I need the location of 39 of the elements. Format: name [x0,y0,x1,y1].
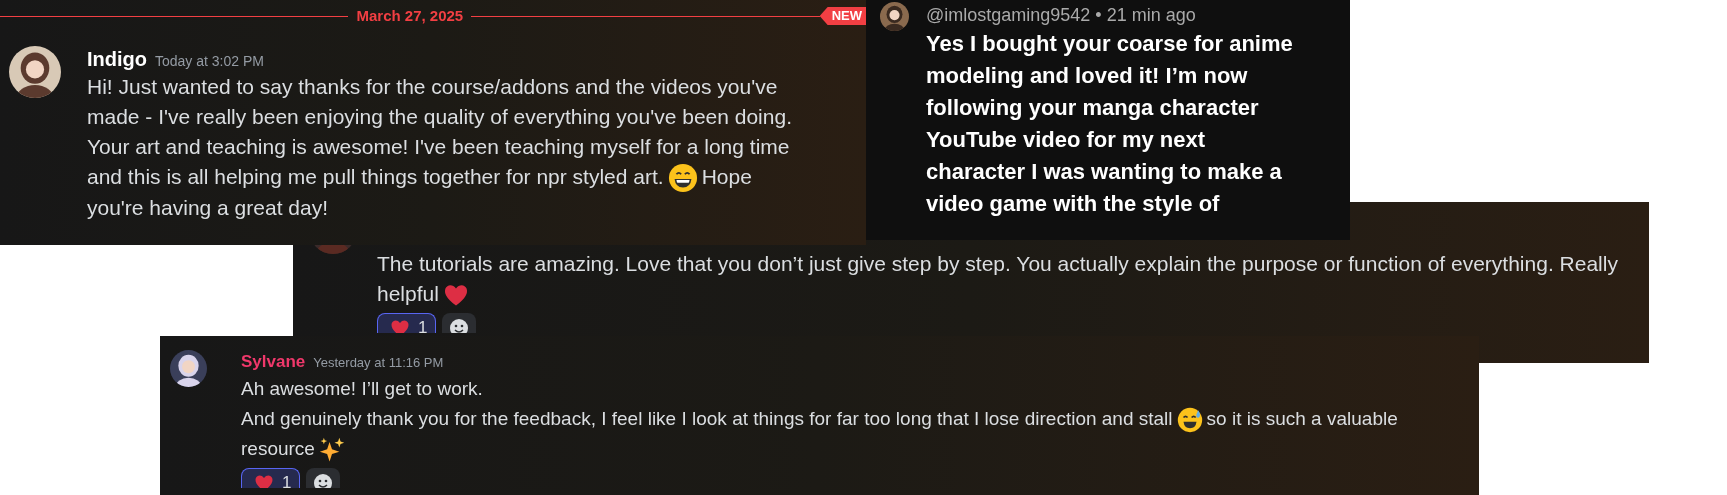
avatar [9,46,61,98]
author-name: Sylvane [241,351,306,373]
date-divider-text: March 27, 2025 [355,5,465,26]
comment-text: modeling and loved it! I’m now [926,62,1249,90]
message-text: Your art and teaching is awesome! I've been teaching myself for a long time [87,135,790,158]
sparkles-icon [318,437,345,463]
comment-header: @imlostgaming9542 • 21 min ago [926,4,1197,27]
message-text: made - I've really been enjoying the quality of everything you've been doing. [87,105,792,128]
comment-text: following your manga character [926,94,1260,122]
comment-text: Yes I bought your coarse for anime [926,30,1294,58]
grinning-emoji-icon [667,163,698,194]
smiley-icon [313,473,334,488]
reaction-button[interactable]: 1 [241,468,301,488]
reaction-button[interactable]: 1 [377,313,437,333]
avatar [170,350,207,387]
message-text: Hope [701,165,752,188]
message-text: Ah awesome! I’ll get to work. [241,378,483,399]
comment-text: character I was wanting to make a [926,158,1283,186]
timestamp: Today at 3:02 PM [155,52,264,71]
author-name: Indigo [87,47,147,72]
comment-text: video game with the style of [926,190,1221,218]
timestamp: Yesterday at 11:16 PM [313,354,444,372]
message-text: helpful [377,282,439,305]
message-text: The tutorials are amazing. Love that you don’t just give step by step. You actually explain the purpose or function of everything. Really [377,252,1618,275]
sweat-smile-emoji-icon [1176,407,1203,433]
add-reaction-button[interactable] [442,313,477,333]
heart-icon [254,473,274,488]
smiley-icon [449,318,470,333]
avatar [880,2,909,31]
add-reaction-button[interactable] [306,468,341,488]
message-text: so it is such a valuable [1206,408,1398,429]
comment-text: YouTube video for my next [926,126,1207,154]
heart-icon [390,318,410,333]
new-badge: NEW [819,7,866,25]
message-text: And genuinely thank you for the feedback, I feel like I look at things for far too long that I lose direction and stall [241,408,1173,429]
message-text: and this is all helping me pull things together for npr styled art. [87,165,664,188]
message-text: resource [241,438,315,459]
message-text: Hi! Just wanted to say thanks for the course/addons and the videos you've [87,75,778,98]
message-text: you're having a great day! [87,196,328,220]
